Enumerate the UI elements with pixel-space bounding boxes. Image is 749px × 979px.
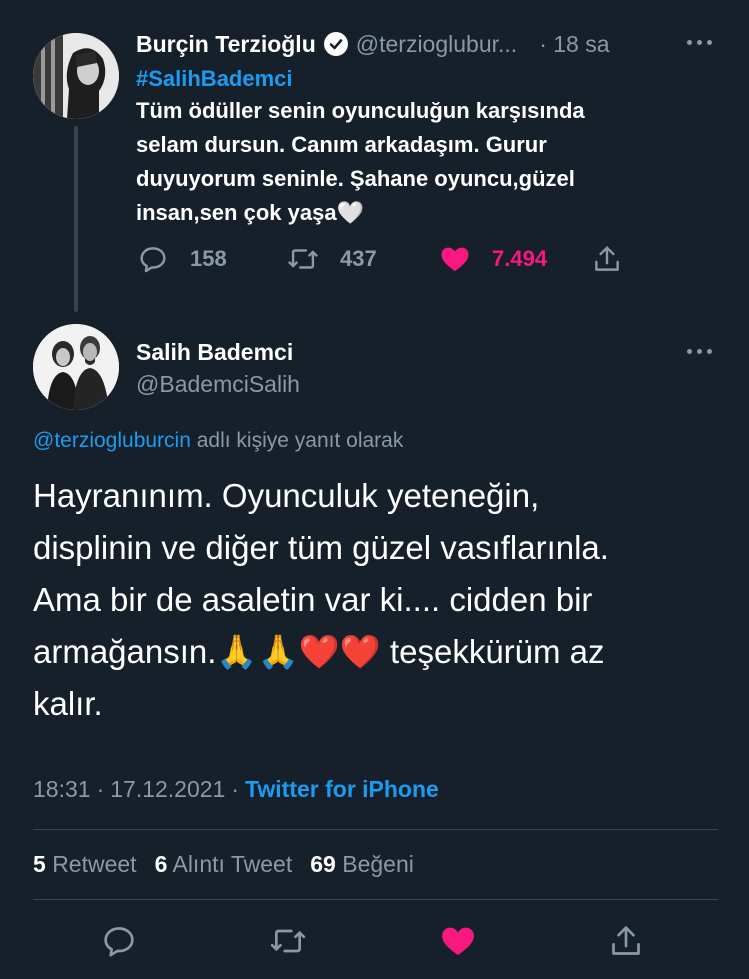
reply-icon (140, 247, 166, 273)
main-author-name[interactable]: Salih Bademci (136, 337, 293, 367)
thread-text-line: duyuyorum seninle. Şahane oyuncu,güzel (136, 166, 575, 191)
share-icon (612, 926, 640, 955)
tweet-date[interactable]: 17.12.2021 (110, 774, 225, 804)
thread-text-line: selam dursun. Canım arkadaşım. Gurur (136, 132, 547, 157)
main-like-button[interactable] (438, 921, 478, 961)
heart-filled-icon (442, 927, 474, 956)
more-options-icon[interactable] (687, 349, 712, 354)
thread-reply-button[interactable]: 158 (136, 242, 227, 276)
main-text-line: Ama bir de asaletin var ki.... cidden bi… (33, 581, 593, 618)
more-options-icon[interactable] (687, 40, 712, 45)
verified-badge-icon (323, 32, 348, 56)
tweet-time[interactable]: 18:31 (33, 774, 91, 804)
thread-text-line: Tüm ödüller senin oyunculuğun karşısında (136, 98, 585, 123)
retweet-icon (288, 249, 318, 269)
thread-hashtag[interactable]: #SalihBademci (136, 64, 293, 94)
reply-suffix: adlı kişiye yanıt olarak (196, 429, 404, 452)
salih-avatar[interactable] (33, 324, 119, 410)
retweet-icon (270, 929, 306, 953)
couple-avatar-icon (33, 324, 119, 410)
thread-header: Burçin Terzioğlu @terzioglubur... · 18 s… (136, 28, 610, 60)
thread-reply-count: 158 (190, 246, 227, 271)
main-reply-button[interactable] (99, 921, 139, 961)
tweet-stats: 5 Retweet 6 Alıntı Tweet 69 Beğeni (33, 849, 414, 879)
meta-separator: · (231, 776, 240, 802)
tweet-meta: 18:31 · 17.12.2021 · Twitter for iPhone (33, 774, 439, 804)
thread-like-count: 7.494 (492, 246, 548, 271)
main-tweet-text: Hayranınım. Oyunculuk yeteneğin, displin… (33, 470, 733, 730)
reply-context: @terziogluburcin adlı kişiye yanıt olara… (33, 426, 403, 456)
thread-connector-line (74, 126, 78, 312)
divider (33, 829, 718, 830)
likes-stat[interactable]: 69 Beğeni (310, 849, 414, 879)
person-avatar-icon (33, 33, 119, 119)
share-icon (595, 246, 619, 271)
thread-time[interactable]: · 18 sa (539, 31, 609, 58)
tweet-source-link[interactable]: Twitter for iPhone (245, 774, 439, 804)
thread-share-button[interactable] (590, 242, 624, 276)
main-text-line: Hayranınım. Oyunculuk yeteneğin, (33, 477, 540, 514)
reply-icon (104, 927, 134, 957)
thread-retweet-count: 437 (340, 246, 377, 271)
main-text-line: displinin ve diğer tüm güzel vasıflarınl… (33, 529, 609, 566)
heart-filled-icon (441, 247, 469, 272)
retweets-stat[interactable]: 5 Retweet (33, 849, 137, 879)
thread-tweet-text: Tüm ödüller senin oyunculuğun karşısında… (136, 94, 716, 230)
meta-separator: · (96, 776, 105, 802)
thread-author-handle[interactable]: @terzioglubur... (356, 31, 517, 58)
main-retweet-button[interactable] (268, 921, 308, 961)
quotes-stat[interactable]: 6 Alıntı Tweet (155, 849, 293, 879)
main-share-button[interactable] (606, 921, 646, 961)
main-author-handle[interactable]: @BademciSalih (136, 369, 300, 399)
thread-author-name[interactable]: Burçin Terzioğlu (136, 31, 316, 58)
thread-like-button[interactable]: 7.494 (438, 242, 547, 276)
main-text-line: kalır. (33, 685, 103, 722)
thread-retweet-button[interactable]: 437 (286, 242, 377, 276)
main-text-line: armağansın.🙏🙏❤️❤️ teşekkürüm az (33, 633, 605, 670)
reply-mention-link[interactable]: @terziogluburcin (33, 429, 191, 452)
divider (33, 899, 718, 900)
burcin-avatar[interactable] (33, 33, 119, 119)
thread-text-line: insan,sen çok yaşa🤍 (136, 200, 364, 225)
